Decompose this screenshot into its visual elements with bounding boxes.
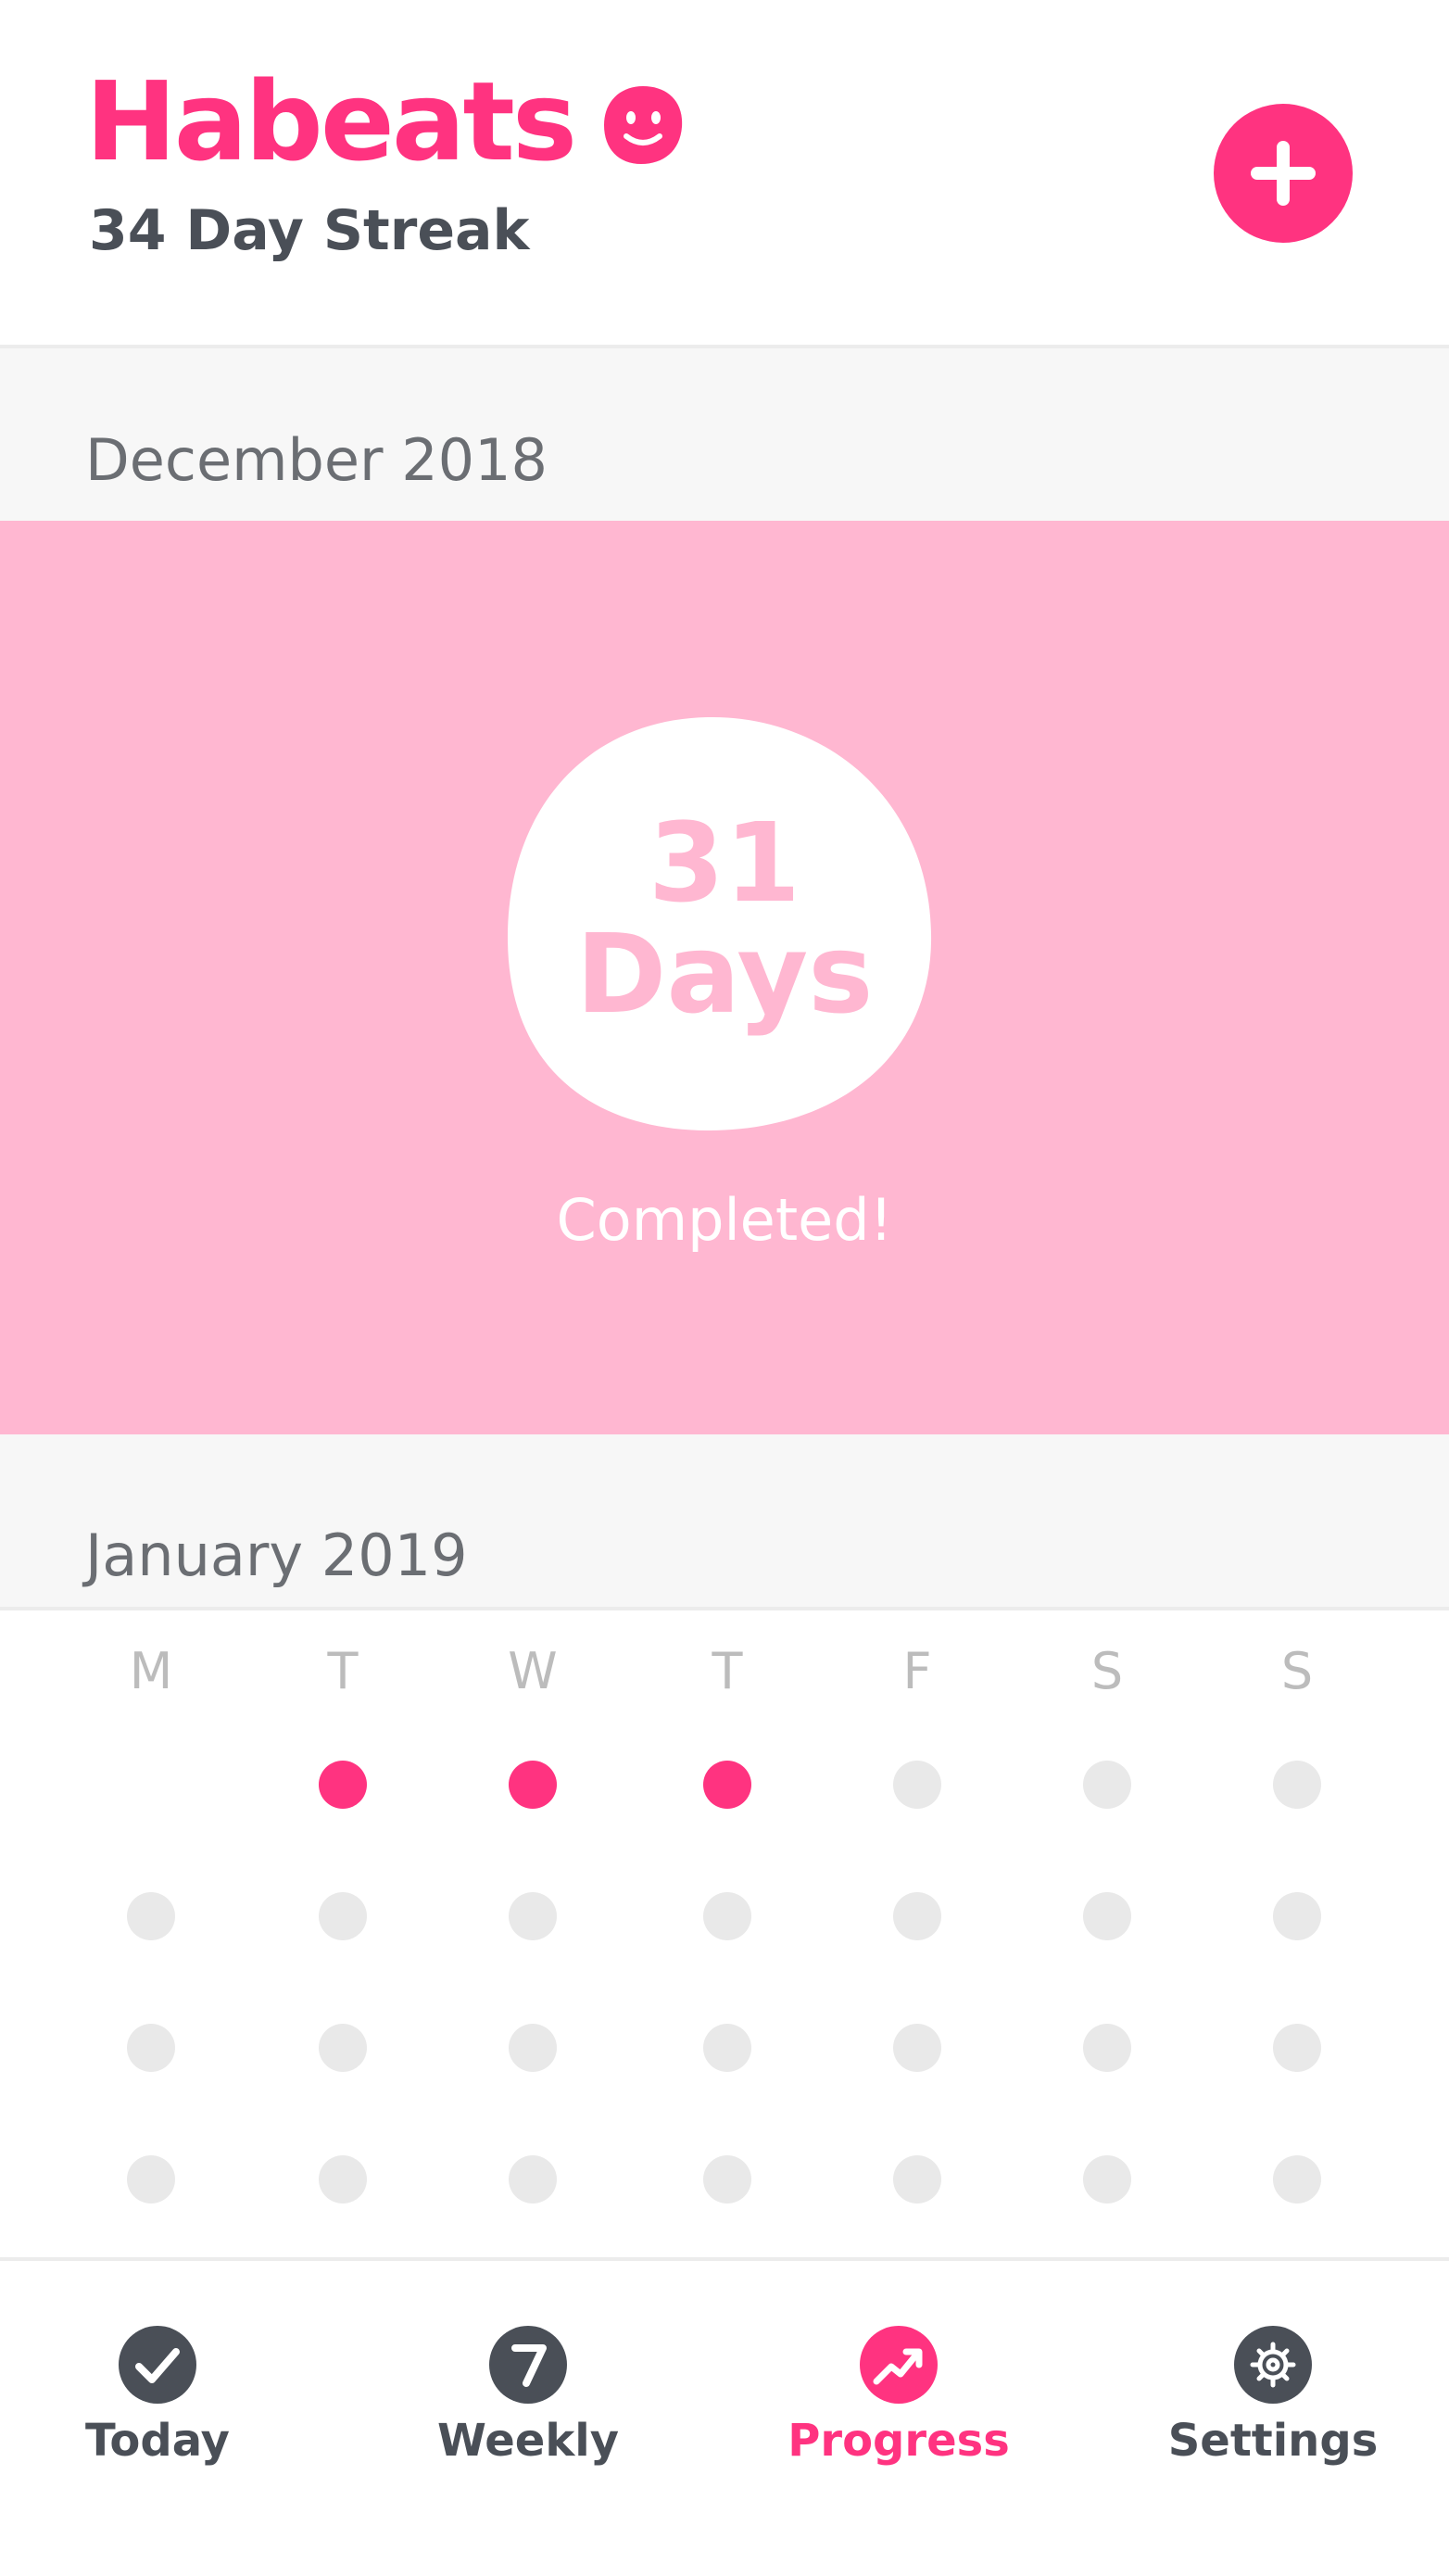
app-title: Habeats [85,57,577,185]
weekday-label: S [1090,1642,1124,1700]
tab-label: Today [85,2415,230,2467]
day-dot[interactable] [1083,2024,1131,2072]
days-unit: Days [575,910,874,1038]
day-dot[interactable] [127,2024,175,2072]
day-dot[interactable] [893,1892,941,1940]
day-dot[interactable] [319,1892,367,1940]
brand: Habeats [85,67,686,176]
day-dot[interactable] [1083,2155,1131,2203]
weekday-label: S [1280,1642,1314,1700]
day-dot[interactable] [319,2155,367,2203]
calendar-divider [0,1607,1449,1610]
app-header: Habeats 34 Day Streak [0,0,1449,345]
day-dot[interactable] [1273,2024,1321,2072]
tab-label: Weekly [436,2415,619,2467]
day-dot[interactable] [319,2024,367,2072]
bottom-tab-bar: Today Weekly Progress Settings [0,2261,1449,2576]
day-dot[interactable] [509,2155,557,2203]
check-icon [119,2326,196,2404]
month-header-december: December 2018 [0,348,1449,521]
day-dot[interactable] [509,2024,557,2072]
day-dot[interactable] [1273,1892,1321,1940]
day-dot[interactable] [893,2024,941,2072]
tab-label: Progress [788,2415,1010,2467]
day-dot[interactable] [893,1761,941,1809]
day-dot[interactable] [893,2155,941,2203]
weekday-label: F [902,1642,932,1700]
tab-settings[interactable]: Settings [1125,2326,1421,2467]
add-habit-button[interactable] [1214,104,1353,243]
tab-label: Settings [1167,2415,1379,2467]
day-dot[interactable] [703,2155,751,2203]
plus-icon [1251,141,1316,206]
day-dot-completed[interactable] [509,1761,557,1809]
month-label: December 2018 [85,426,548,494]
day-dot-completed[interactable] [703,1761,751,1809]
smiley-icon [604,86,683,164]
day-dot[interactable] [1273,2155,1321,2203]
gear-icon [1234,2326,1312,2404]
day-dot[interactable] [703,2024,751,2072]
day-dot[interactable] [127,2155,175,2203]
day-dot[interactable] [1273,1761,1321,1809]
month-summary-panel[interactable]: 31 Days Completed! [0,521,1449,1434]
tab-weekly[interactable]: Weekly [380,2326,676,2467]
seven-icon [489,2326,567,2404]
weekday-label: M [129,1642,173,1700]
weekday-label: T [327,1642,359,1700]
streak-label: 34 Day Streak [89,198,530,263]
completed-label: Completed! [556,1186,893,1254]
tab-progress[interactable]: Progress [750,2326,1047,2467]
days-count: 31 [648,799,801,927]
day-dot[interactable] [1083,1892,1131,1940]
month-header-january: January 2019 [0,1434,1449,1607]
day-dot-completed[interactable] [319,1761,367,1809]
weekday-label: T [712,1642,743,1700]
trending-up-icon [860,2326,938,2404]
weekday-label: W [508,1642,558,1700]
day-dot[interactable] [509,1892,557,1940]
day-dot[interactable] [127,1892,175,1940]
day-dot[interactable] [1083,1761,1131,1809]
day-dot[interactable] [703,1892,751,1940]
tab-today[interactable]: Today [9,2326,306,2467]
month-label: January 2019 [85,1522,468,1589]
